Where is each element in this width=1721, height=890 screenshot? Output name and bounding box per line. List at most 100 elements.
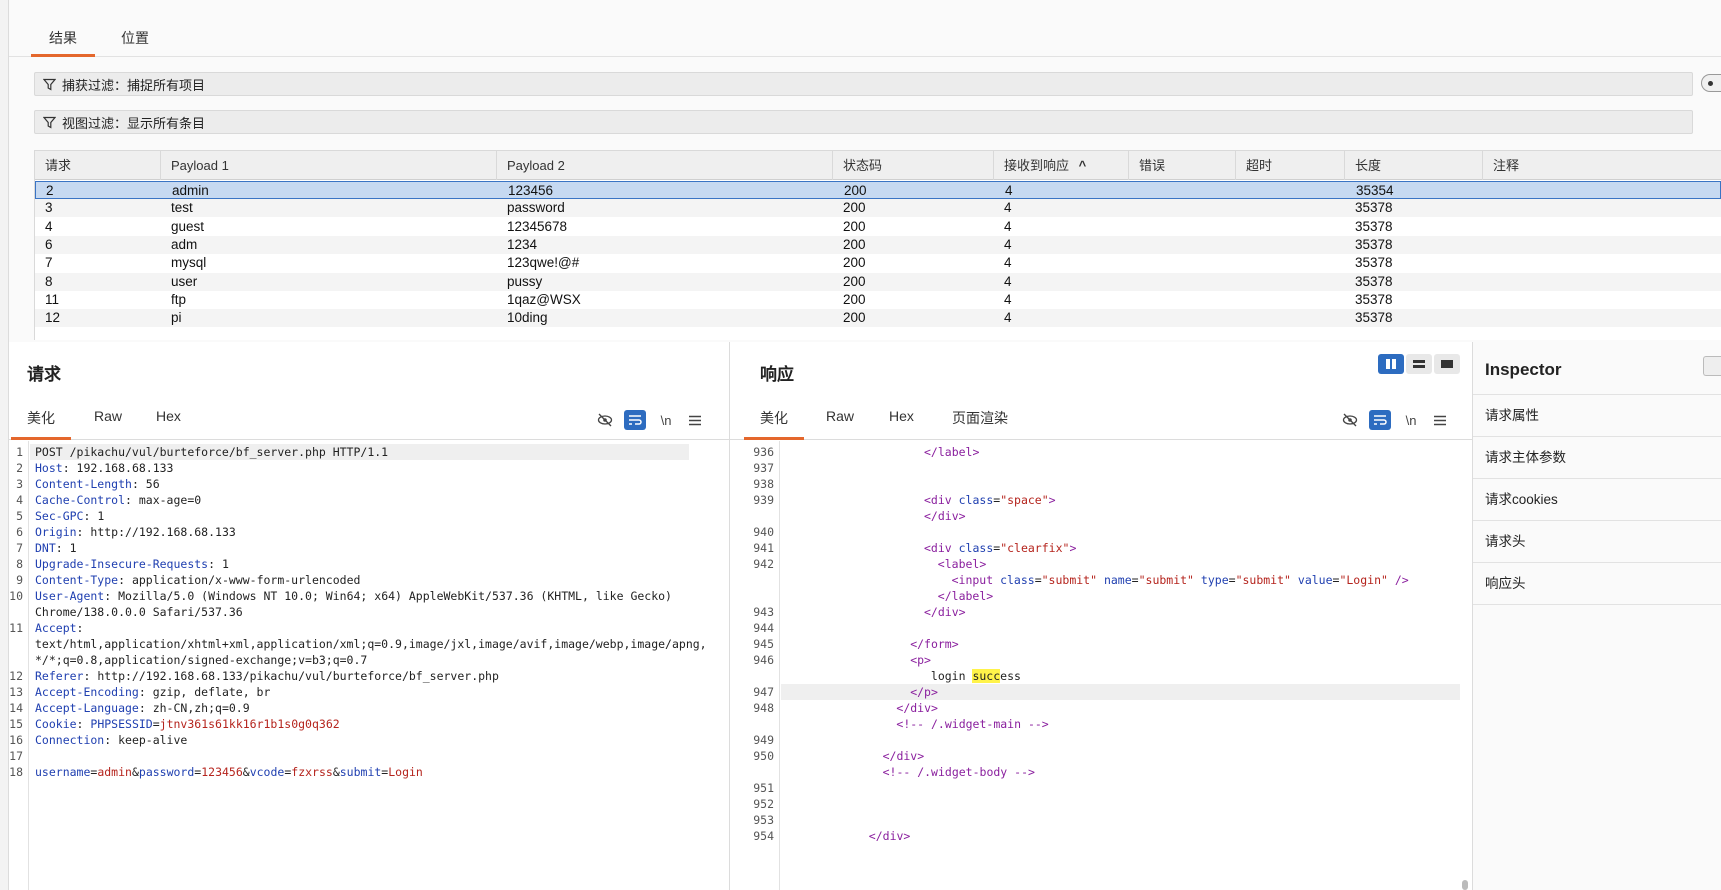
- tab-results[interactable]: 结果: [31, 28, 95, 57]
- menu-icon[interactable]: [684, 410, 706, 430]
- col-request[interactable]: 请求: [35, 151, 161, 180]
- code-token: />: [1387, 573, 1409, 587]
- capture-filter-bar[interactable]: 捕获过滤：捕捉所有项目: [34, 72, 1693, 96]
- code-line: <label>: [938, 556, 986, 572]
- line-number: 950: [753, 749, 774, 763]
- line-number: 13: [9, 685, 23, 699]
- request-tab-hex[interactable]: Hex: [156, 408, 181, 424]
- table-row[interactable]: 8 user pussy 200 4 35378: [35, 272, 1721, 291]
- table-cell: 3: [45, 200, 53, 216]
- code-token: </div>: [924, 509, 966, 523]
- table-row[interactable]: 4 guest 12345678 200 4 35378: [35, 218, 1721, 236]
- split-vertical-icon[interactable]: [1378, 354, 1404, 374]
- view-filter-bar[interactable]: 视图过滤：显示所有条目: [34, 110, 1693, 134]
- response-tab-pretty[interactable]: 美化: [744, 408, 804, 440]
- line-number: [730, 764, 774, 780]
- code-line: Cookie: PHPSESSID=jtnv361s61kk16r1b1s0g0…: [35, 716, 340, 732]
- inspector-request-attributes[interactable]: 请求属性: [1473, 395, 1721, 437]
- request-panel: 请求 美化 Raw Hex \n 1 2 3 4 5 6 7 8 9 10 11 12 13 14 15 16…: [9, 342, 730, 890]
- inspector-collapse-icon[interactable]: [1703, 356, 1721, 376]
- wrap-lines-icon[interactable]: [1369, 410, 1391, 430]
- code-token: >: [1048, 493, 1056, 507]
- menu-icon[interactable]: [1429, 410, 1451, 430]
- inspector-request-cookies[interactable]: 请求cookies: [1473, 479, 1721, 521]
- table-cell: 1234: [507, 236, 538, 252]
- line-number: 949: [753, 733, 774, 747]
- filter-toggle[interactable]: [1701, 74, 1721, 92]
- code-token: : http://192.168.68.133: [76, 525, 236, 539]
- code-token: text/html,application/xhtml+xml,applicat…: [35, 637, 707, 651]
- request-tab-raw[interactable]: Raw: [94, 408, 122, 424]
- table-row[interactable]: 11 ftp 1qaz@WSX 200 4 35378: [35, 291, 1721, 309]
- col-status[interactable]: 状态码: [833, 151, 994, 180]
- col-comment[interactable]: 注释: [1483, 151, 1721, 180]
- table-cell: 123qwe!@#: [507, 255, 580, 271]
- table-row[interactable]: 7 mysql 123qwe!@# 200 4 35378: [35, 254, 1721, 272]
- code-token: vcode: [249, 765, 285, 779]
- code-token: &: [332, 765, 340, 779]
- line-number: 940: [753, 525, 774, 539]
- col-received[interactable]: 接收到响应 ^: [994, 151, 1129, 180]
- col-payload1[interactable]: Payload 1: [161, 151, 497, 180]
- response-tab-raw[interactable]: Raw: [826, 408, 854, 424]
- table-row[interactable]: 6 adm 1234 200 4 35378: [35, 235, 1721, 254]
- request-title: 请求: [27, 365, 61, 384]
- line-number: 951: [753, 781, 774, 795]
- response-tab-bar: 美化 Raw Hex 页面渲染 \n: [730, 402, 1472, 440]
- code-token: PHPSESSID: [90, 717, 153, 731]
- newline-toggle-icon[interactable]: \n: [655, 410, 677, 430]
- code-token: <!-- /.widget-body -->: [882, 765, 1035, 779]
- table-row[interactable]: 2 admin 123456 200 4 35354: [35, 181, 1721, 199]
- code-token: Origin: [35, 525, 77, 539]
- inspector-request-headers[interactable]: 请求头: [1473, 521, 1721, 563]
- hide-eye-icon[interactable]: [1339, 410, 1361, 430]
- line-number: 942: [753, 557, 774, 571]
- scrollbar-thumb[interactable]: [1462, 880, 1468, 890]
- col-length[interactable]: 长度: [1345, 151, 1483, 180]
- response-editor[interactable]: 936 937 938 939 940 941 942 943 944 945 946 947 948 9…: [730, 441, 1472, 890]
- hide-eye-icon[interactable]: [594, 410, 616, 430]
- code-token: >: [1069, 541, 1077, 555]
- code-token: */*;q=0.8,application/signed-exchange;v=…: [35, 653, 368, 667]
- line-number: 3: [16, 477, 23, 491]
- results-area: 结果 位置 捕获过滤：捕捉所有项目 视图过滤：显示所有条目 请求 Payload…: [9, 0, 1721, 342]
- inspector-title: Inspector: [1485, 360, 1562, 379]
- newline-toggle-icon[interactable]: \n: [1400, 410, 1422, 430]
- wrap-lines-icon[interactable]: [624, 410, 646, 430]
- inspector-request-body-params[interactable]: 请求主体参数: [1473, 437, 1721, 479]
- code-token: : 1: [83, 509, 105, 523]
- single-pane-icon[interactable]: [1434, 354, 1460, 374]
- request-tab-pretty[interactable]: 美化: [11, 408, 71, 440]
- code-line: </p>: [910, 684, 938, 700]
- table-row[interactable]: 3 test password 200 4 35378: [35, 199, 1721, 218]
- request-editor[interactable]: 1 2 3 4 5 6 7 8 9 10 11 12 13 14 15 16 17 18 POST /pikach…: [9, 441, 729, 890]
- code-token: Accept: [35, 621, 77, 635]
- code-line: <input class="submit" name="submit" type…: [952, 572, 1409, 588]
- table-row[interactable]: 12 pi 10ding 200 4 35378: [35, 309, 1721, 328]
- line-number: 4: [16, 493, 23, 507]
- col-payload2[interactable]: Payload 2: [497, 151, 833, 180]
- code-token: Connection: [35, 733, 105, 747]
- code-line: Origin: http://192.168.68.133: [35, 524, 236, 540]
- code-token: Cache-Control: [35, 493, 126, 507]
- table-cell: 35378: [1355, 218, 1393, 234]
- table-cell: 200: [843, 218, 866, 234]
- split-horizontal-icon[interactable]: [1406, 354, 1432, 374]
- line-number: 954: [753, 829, 774, 843]
- col-timeout[interactable]: 超时: [1236, 151, 1345, 180]
- code-token: Cookie: [35, 717, 77, 731]
- table-cell: 35378: [1355, 236, 1393, 252]
- response-tab-hex[interactable]: Hex: [889, 408, 914, 424]
- view-filter-label: 视图过滤：显示所有条目: [62, 115, 206, 131]
- tab-positions[interactable]: 位置: [121, 28, 149, 48]
- line-number: 943: [753, 605, 774, 619]
- top-tab-bar: 结果 位置: [9, 0, 1721, 57]
- col-error[interactable]: 错误: [1129, 151, 1236, 180]
- inspector-response-headers[interactable]: 响应头: [1473, 563, 1721, 605]
- response-tab-render[interactable]: 页面渲染: [952, 408, 1008, 428]
- code-token: class: [958, 541, 994, 555]
- code-line: </label>: [924, 444, 979, 460]
- code-line: text/html,application/xhtml+xml,applicat…: [35, 636, 707, 652]
